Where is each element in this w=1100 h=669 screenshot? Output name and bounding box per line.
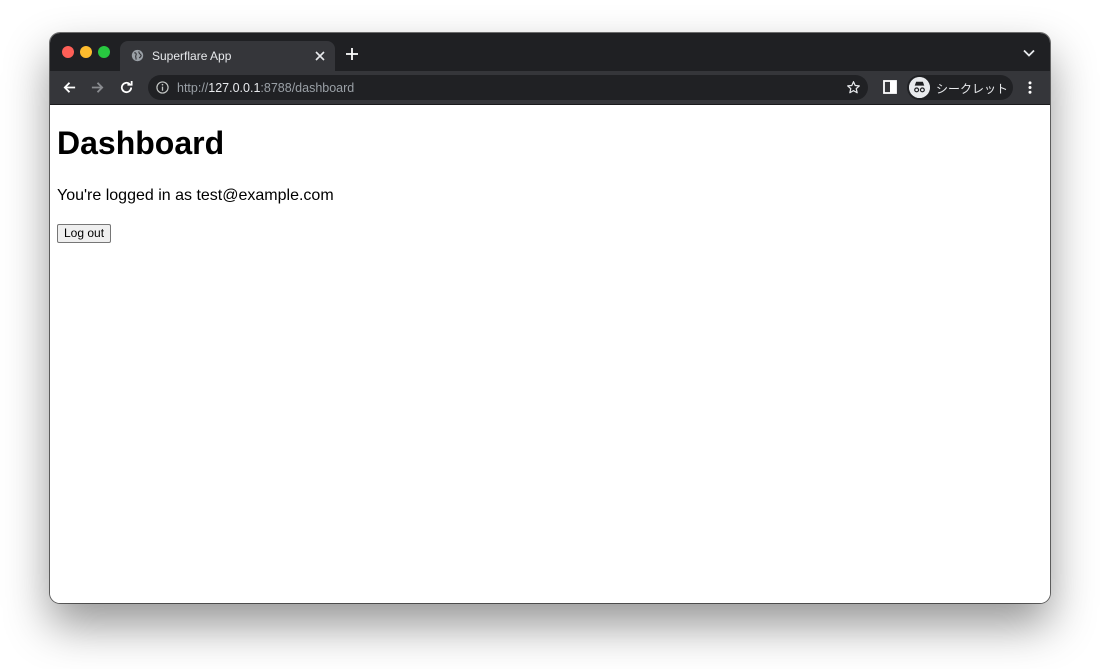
info-icon[interactable] (156, 81, 169, 94)
url-host: 127.0.0.1 (208, 81, 261, 95)
bookmark-star-icon[interactable] (846, 80, 861, 95)
incognito-profile-button[interactable]: シークレット (907, 75, 1013, 100)
page-content: Dashboard You're logged in as test@examp… (50, 105, 1050, 603)
browser-toolbar: http://127.0.0.1:8788/dashboard シークレット (50, 71, 1050, 105)
tab-superflare-app[interactable]: Superflare App (120, 41, 335, 71)
close-window-button[interactable] (62, 46, 74, 58)
url-text[interactable]: http://127.0.0.1:8788/dashboard (177, 81, 354, 95)
address-bar[interactable]: http://127.0.0.1:8788/dashboard (148, 75, 868, 100)
back-arrow-icon[interactable] (62, 80, 77, 95)
url-path: :8788/dashboard (260, 81, 355, 95)
page-title: Dashboard (57, 125, 225, 161)
reload-icon[interactable] (119, 80, 134, 95)
url-scheme: http:// (177, 81, 209, 95)
logout-button[interactable]: Log out (57, 224, 112, 243)
zoom-window-button[interactable] (98, 46, 110, 58)
incognito-icon (909, 77, 930, 98)
minimize-window-button[interactable] (80, 46, 92, 58)
logged-in-message: You're logged in as test@example.com (57, 187, 334, 204)
side-panel-icon[interactable] (883, 80, 897, 94)
globe-icon (131, 49, 144, 62)
browser-window: Superflare App http://127.0.0.1:8788/das… (50, 33, 1050, 603)
incognito-label: シークレット (936, 82, 1009, 96)
close-tab-icon[interactable] (313, 49, 327, 63)
chevron-down-icon[interactable] (1023, 49, 1035, 57)
tab-strip: Superflare App (50, 33, 1050, 71)
tab-title: Superflare App (152, 49, 232, 63)
more-menu-icon[interactable] (1027, 80, 1033, 95)
forward-arrow-icon[interactable] (90, 80, 105, 95)
new-tab-icon[interactable] (345, 47, 359, 61)
